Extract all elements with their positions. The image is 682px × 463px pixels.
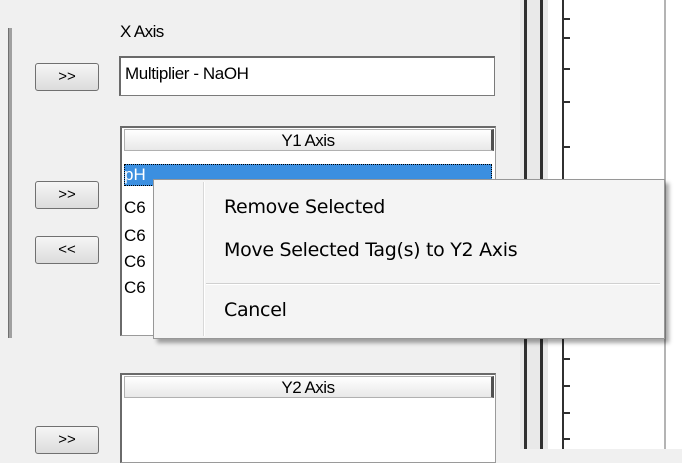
x-axis-field[interactable]: Multiplier - NaOH — [119, 56, 495, 96]
menu-item-remove-selected[interactable]: Remove Selected — [156, 190, 662, 224]
menu-item-cancel[interactable]: Cancel — [156, 293, 662, 327]
axis-tick — [564, 358, 570, 360]
axis-tick — [564, 385, 570, 387]
x-axis-add-button[interactable]: >> — [35, 63, 99, 91]
axis-tick — [564, 18, 570, 20]
axis-tick — [564, 438, 570, 440]
y2-axis-add-button[interactable]: >> — [35, 426, 99, 454]
list-item[interactable]: C6 — [124, 197, 154, 219]
menu-item-move-to-y2[interactable]: Move Selected Tag(s) to Y2 Axis — [156, 233, 662, 267]
list-item[interactable]: C6 — [124, 251, 154, 273]
list-item[interactable]: C6 — [124, 225, 154, 247]
axis-tick — [564, 146, 570, 148]
left-panel-divider — [8, 28, 12, 338]
y1-axis-header[interactable]: Y1 Axis — [124, 129, 494, 151]
list-item[interactable]: C6 — [124, 277, 154, 299]
axis-tick — [564, 101, 570, 103]
x-axis-label: X Axis — [120, 22, 164, 41]
axis-tick — [564, 68, 570, 70]
y2-axis-list[interactable]: Y2 Axis — [120, 373, 496, 463]
axis-tick — [564, 412, 570, 414]
y1-axis-remove-button[interactable]: << — [35, 236, 99, 264]
context-menu: Remove Selected Move Selected Tag(s) to … — [153, 179, 665, 339]
menu-separator — [206, 283, 660, 285]
y2-axis-header[interactable]: Y2 Axis — [124, 376, 494, 398]
axis-tick — [564, 37, 570, 39]
y1-axis-add-button[interactable]: >> — [35, 181, 99, 209]
